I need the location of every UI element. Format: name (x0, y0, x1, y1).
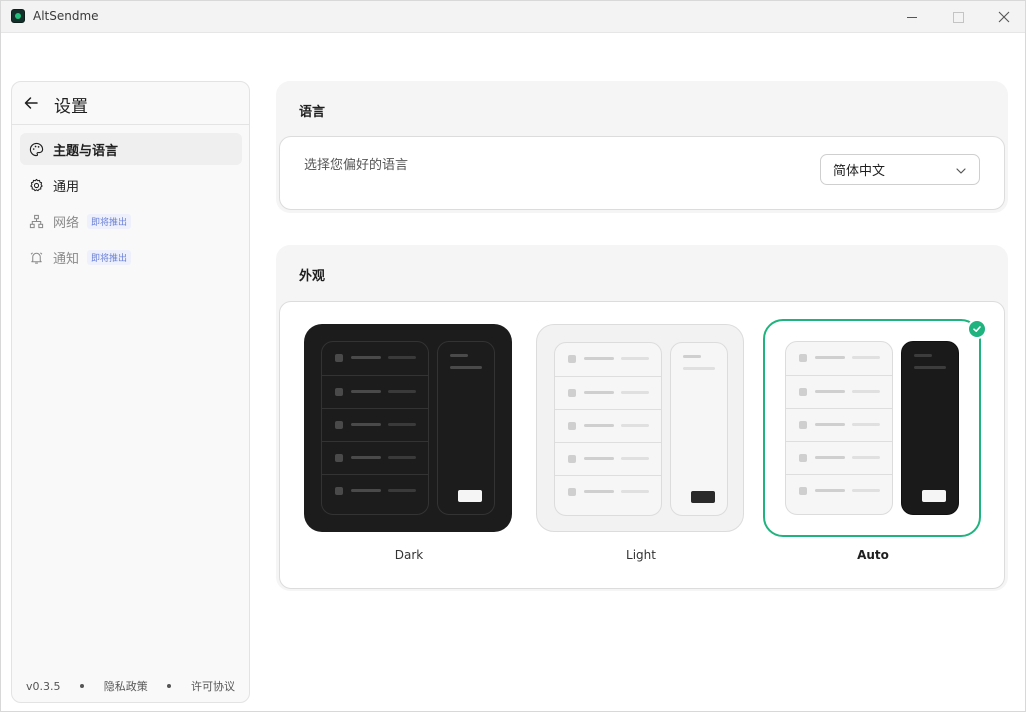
language-select-value: 简体中文 (833, 164, 886, 179)
privacy-policy-link[interactable]: 隐私政策 (104, 678, 148, 694)
section-title: 外观 (299, 269, 326, 284)
settings-sidebar: 设置 主题与语言 通用 网络 即将推出 通知 即将推出 v0.3.5 隐私政策 … (11, 81, 250, 703)
coming-soon-badge: 即将推出 (87, 213, 132, 229)
version-label: v0.3.5 (26, 679, 61, 693)
chevron-down-icon (956, 168, 966, 174)
close-window-button[interactable] (981, 1, 1026, 33)
language-card: 选择您偏好的语言 简体中文 (279, 136, 1005, 210)
maximize-button[interactable] (935, 1, 981, 33)
sidebar-item-theme-language[interactable]: 主题与语言 (20, 133, 242, 165)
theme-label: Light (626, 548, 656, 562)
preview-side-panel (437, 341, 495, 515)
theme-preview-auto (768, 324, 976, 532)
appearance-section: 外观 Dark Light Auto (276, 245, 1008, 591)
theme-label: Dark (394, 548, 424, 562)
close-icon (998, 11, 1010, 23)
theme-preview-light (536, 324, 744, 532)
separator-dot (80, 684, 85, 688)
sidebar-item-general[interactable]: 通用 (20, 169, 242, 201)
language-description: 选择您偏好的语言 (304, 158, 409, 173)
license-link[interactable]: 许可协议 (191, 678, 235, 694)
palette-icon (28, 141, 44, 157)
app-window: AltSendme 设置 主题与语言 通用 网络 即将推出 通知 即将推出 v0… (0, 0, 1026, 712)
appearance-card: Dark Light Auto (279, 301, 1005, 589)
sidebar-item-label: 通用 (53, 179, 80, 195)
theme-preview-dark (304, 324, 512, 532)
sidebar-footer: v0.3.5 隐私政策 许可协议 (12, 678, 249, 694)
section-title: 语言 (299, 105, 326, 120)
language-section: 语言 选择您偏好的语言 简体中文 (276, 81, 1008, 213)
sidebar-item-label: 网络 (53, 215, 80, 231)
preview-list (554, 342, 662, 516)
app-logo-icon (11, 9, 25, 23)
arrow-left-icon (24, 97, 38, 109)
sidebar-item-notifications[interactable]: 通知 即将推出 (20, 241, 242, 273)
sidebar-header: 设置 (12, 82, 249, 125)
preview-side-panel (670, 342, 728, 516)
settings-nav: 主题与语言 通用 网络 即将推出 通知 即将推出 (20, 133, 242, 277)
bell-icon (28, 249, 44, 265)
theme-label: Auto (857, 548, 889, 562)
network-icon (28, 213, 44, 229)
sidebar-item-label: 主题与语言 (53, 143, 119, 159)
title-bar: AltSendme (1, 1, 1025, 33)
sidebar-title: 设置 (54, 97, 88, 117)
sidebar-item-network[interactable]: 网络 即将推出 (20, 205, 242, 237)
minimize-button[interactable] (889, 1, 935, 33)
separator-dot (167, 684, 172, 688)
window-title: AltSendme (33, 9, 99, 23)
preview-side-panel (901, 341, 959, 515)
gear-icon (28, 177, 44, 193)
preview-list (321, 341, 429, 515)
check-icon (967, 319, 987, 339)
coming-soon-badge: 即将推出 (87, 249, 132, 265)
back-button[interactable] (20, 92, 42, 114)
language-select[interactable]: 简体中文 (820, 154, 980, 185)
preview-list (785, 341, 893, 515)
sidebar-item-label: 通知 (53, 251, 80, 267)
